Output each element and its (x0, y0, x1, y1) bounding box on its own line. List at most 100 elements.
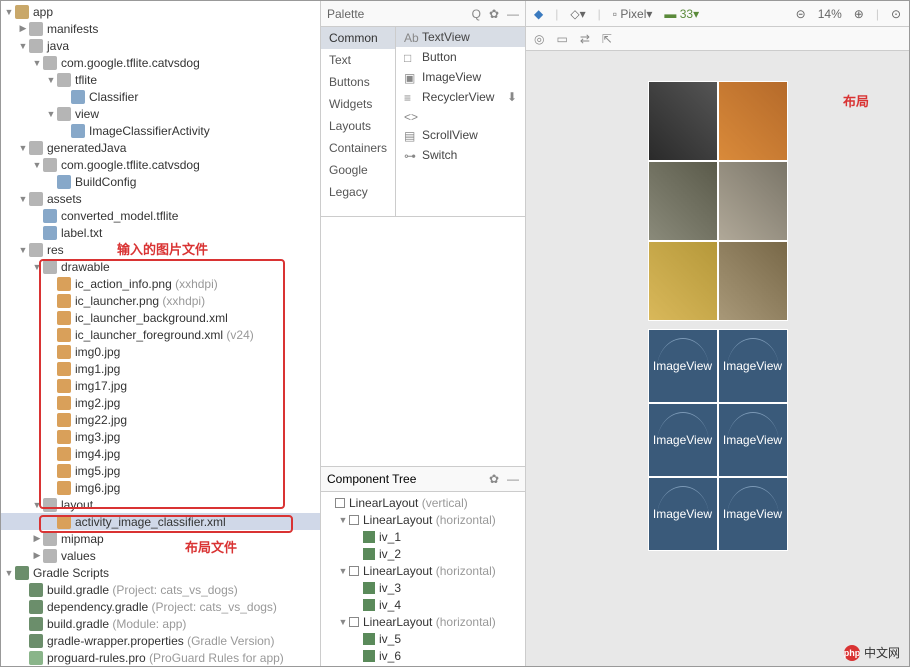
preview-img2[interactable] (648, 161, 718, 241)
disclosure-icon[interactable]: ▼ (45, 109, 57, 119)
disclosure-icon[interactable]: ▼ (17, 143, 29, 153)
preview-iv6[interactable]: ImageView (718, 477, 788, 551)
preview-img3[interactable] (718, 161, 788, 241)
disclosure-icon[interactable]: ▼ (337, 617, 349, 627)
tree-item[interactable]: img17.jpg (1, 377, 320, 394)
disclosure-icon[interactable]: ▼ (3, 7, 15, 17)
tree-item[interactable]: ▼view (1, 105, 320, 122)
component-tree-item[interactable]: iv_6 (321, 647, 525, 664)
palette-item[interactable]: ≡RecyclerView⬇ (396, 87, 525, 107)
view-mode-icon[interactable]: ◎ (534, 32, 544, 46)
tree-item[interactable]: ▼tflite (1, 71, 320, 88)
palette-items[interactable]: AbTextView□Button▣ImageView≡RecyclerView… (396, 27, 525, 216)
palette-item[interactable]: AbTextView (396, 27, 525, 47)
preview-iv4[interactable]: ImageView (718, 403, 788, 477)
tree-item[interactable]: BuildConfig (1, 173, 320, 190)
tree-item[interactable]: ImageClassifierActivity (1, 122, 320, 139)
preview-img1[interactable] (718, 81, 788, 161)
tree-item[interactable]: ▶manifests (1, 20, 320, 37)
tree-item[interactable]: ▼com.google.tflite.catvsdog (1, 54, 320, 71)
preview-img4[interactable] (648, 241, 718, 321)
tree-item[interactable]: ▼layout (1, 496, 320, 513)
preview-iv5[interactable]: ImageView (648, 477, 718, 551)
preview-iv1[interactable]: ImageView (648, 329, 718, 403)
palette-category[interactable]: Legacy (321, 181, 395, 203)
tree-item[interactable]: ▼app (1, 3, 320, 20)
disclosure-icon[interactable]: ▼ (337, 515, 349, 525)
device-selector[interactable]: ▫ Pixel▾ (613, 7, 653, 21)
palette-category[interactable]: Common (321, 27, 395, 49)
tree-item[interactable]: converted_model.tflite (1, 207, 320, 224)
disclosure-icon[interactable]: ▼ (17, 41, 29, 51)
tree-item[interactable]: ▼com.google.tflite.catvsdog (1, 156, 320, 173)
disclosure-icon[interactable]: ▼ (31, 262, 43, 272)
tree-item[interactable]: ▼generatedJava (1, 139, 320, 156)
disclosure-icon[interactable]: ▶ (17, 23, 29, 34)
layers-icon[interactable]: ◆ (534, 7, 543, 21)
preview-img5[interactable] (718, 241, 788, 321)
component-tree[interactable]: LinearLayout (vertical)▼LinearLayout (ho… (321, 492, 525, 666)
tree-item[interactable]: img22.jpg (1, 411, 320, 428)
tree-item[interactable]: img6.jpg (1, 479, 320, 496)
tree-item[interactable]: dependency.gradle (Project: cats_vs_dogs… (1, 598, 320, 615)
preview-iv3[interactable]: ImageView (648, 403, 718, 477)
project-tree[interactable]: ▼app▶manifests▼java▼com.google.tflite.ca… (1, 1, 320, 666)
tree-item[interactable]: build.gradle (Module: app) (1, 615, 320, 632)
tree-item[interactable]: label.txt (1, 224, 320, 241)
disclosure-icon[interactable]: ▼ (31, 500, 43, 510)
tree-item[interactable]: img4.jpg (1, 445, 320, 462)
palette-category[interactable]: Text (321, 49, 395, 71)
disclosure-icon[interactable]: ▼ (45, 75, 57, 85)
blueprint-icon[interactable]: ▭ (556, 32, 567, 46)
gear-icon[interactable]: ✿ (489, 7, 499, 21)
warnings-icon[interactable]: ⊙ (891, 7, 901, 21)
tree-item[interactable]: ▶mipmap (1, 530, 320, 547)
tree-item[interactable]: ▼assets (1, 190, 320, 207)
palette-category[interactable]: Buttons (321, 71, 395, 93)
zoom-level[interactable]: 14% (818, 7, 842, 21)
tree-item[interactable]: img2.jpg (1, 394, 320, 411)
download-icon[interactable]: ⬇ (507, 90, 517, 104)
tree-item[interactable]: activity_image_classifier.xml (1, 513, 320, 530)
palette-item[interactable]: ⊶Switch (396, 145, 525, 165)
tree-item[interactable]: ▼drawable (1, 258, 320, 275)
tree-item[interactable]: ic_launcher_foreground.xml (v24) (1, 326, 320, 343)
palette-item[interactable]: □Button (396, 47, 525, 67)
disclosure-icon[interactable]: ▼ (3, 568, 15, 578)
component-tree-item[interactable]: ▼LinearLayout (horizontal) (321, 613, 525, 630)
tree-item[interactable]: img5.jpg (1, 462, 320, 479)
component-tree-item[interactable]: ▼LinearLayout (horizontal) (321, 562, 525, 579)
disclosure-icon[interactable]: ▼ (31, 58, 43, 68)
minimize-icon[interactable]: — (507, 7, 519, 21)
palette-category[interactable]: Layouts (321, 115, 395, 137)
component-tree-item[interactable]: iv_1 (321, 528, 525, 545)
component-tree-item[interactable]: iv_2 (321, 545, 525, 562)
tree-item[interactable]: ic_launcher.png (xxhdpi) (1, 292, 320, 309)
zoom-in-icon[interactable]: ⊕ (854, 7, 864, 21)
palette-item[interactable]: ▣ImageView (396, 67, 525, 87)
component-tree-item[interactable]: LinearLayout (vertical) (321, 494, 525, 511)
arrows-icon[interactable]: ⇄ (580, 32, 590, 46)
disclosure-icon[interactable]: ▼ (337, 566, 349, 576)
tree-item[interactable]: ic_launcher_background.xml (1, 309, 320, 326)
palette-category[interactable]: Containers (321, 137, 395, 159)
tree-item[interactable]: Classifier (1, 88, 320, 105)
component-tree-item[interactable]: iv_3 (321, 579, 525, 596)
api-selector[interactable]: ▬ 33▾ (664, 7, 699, 21)
disclosure-icon[interactable]: ▼ (31, 160, 43, 170)
tree-item[interactable]: ▼java (1, 37, 320, 54)
layout-preview[interactable]: ImageView ImageView ImageView ImageView … (526, 51, 909, 666)
tree-item[interactable]: img1.jpg (1, 360, 320, 377)
tree-item[interactable]: ▼Gradle Scripts (1, 564, 320, 581)
tree-item[interactable]: ▼res (1, 241, 320, 258)
tree-item[interactable]: gradle-wrapper.properties (Gradle Versio… (1, 632, 320, 649)
expand-icon[interactable]: ⇱ (602, 32, 612, 46)
gear-icon[interactable]: ✿ (489, 472, 499, 486)
disclosure-icon[interactable]: ▼ (17, 194, 29, 204)
tree-item[interactable]: img0.jpg (1, 343, 320, 360)
component-tree-item[interactable]: iv_4 (321, 596, 525, 613)
palette-item[interactable]: <> (396, 107, 525, 125)
component-tree-item[interactable]: ▼LinearLayout (horizontal) (321, 511, 525, 528)
disclosure-icon[interactable]: ▶ (31, 533, 43, 544)
preview-img0[interactable] (648, 81, 718, 161)
